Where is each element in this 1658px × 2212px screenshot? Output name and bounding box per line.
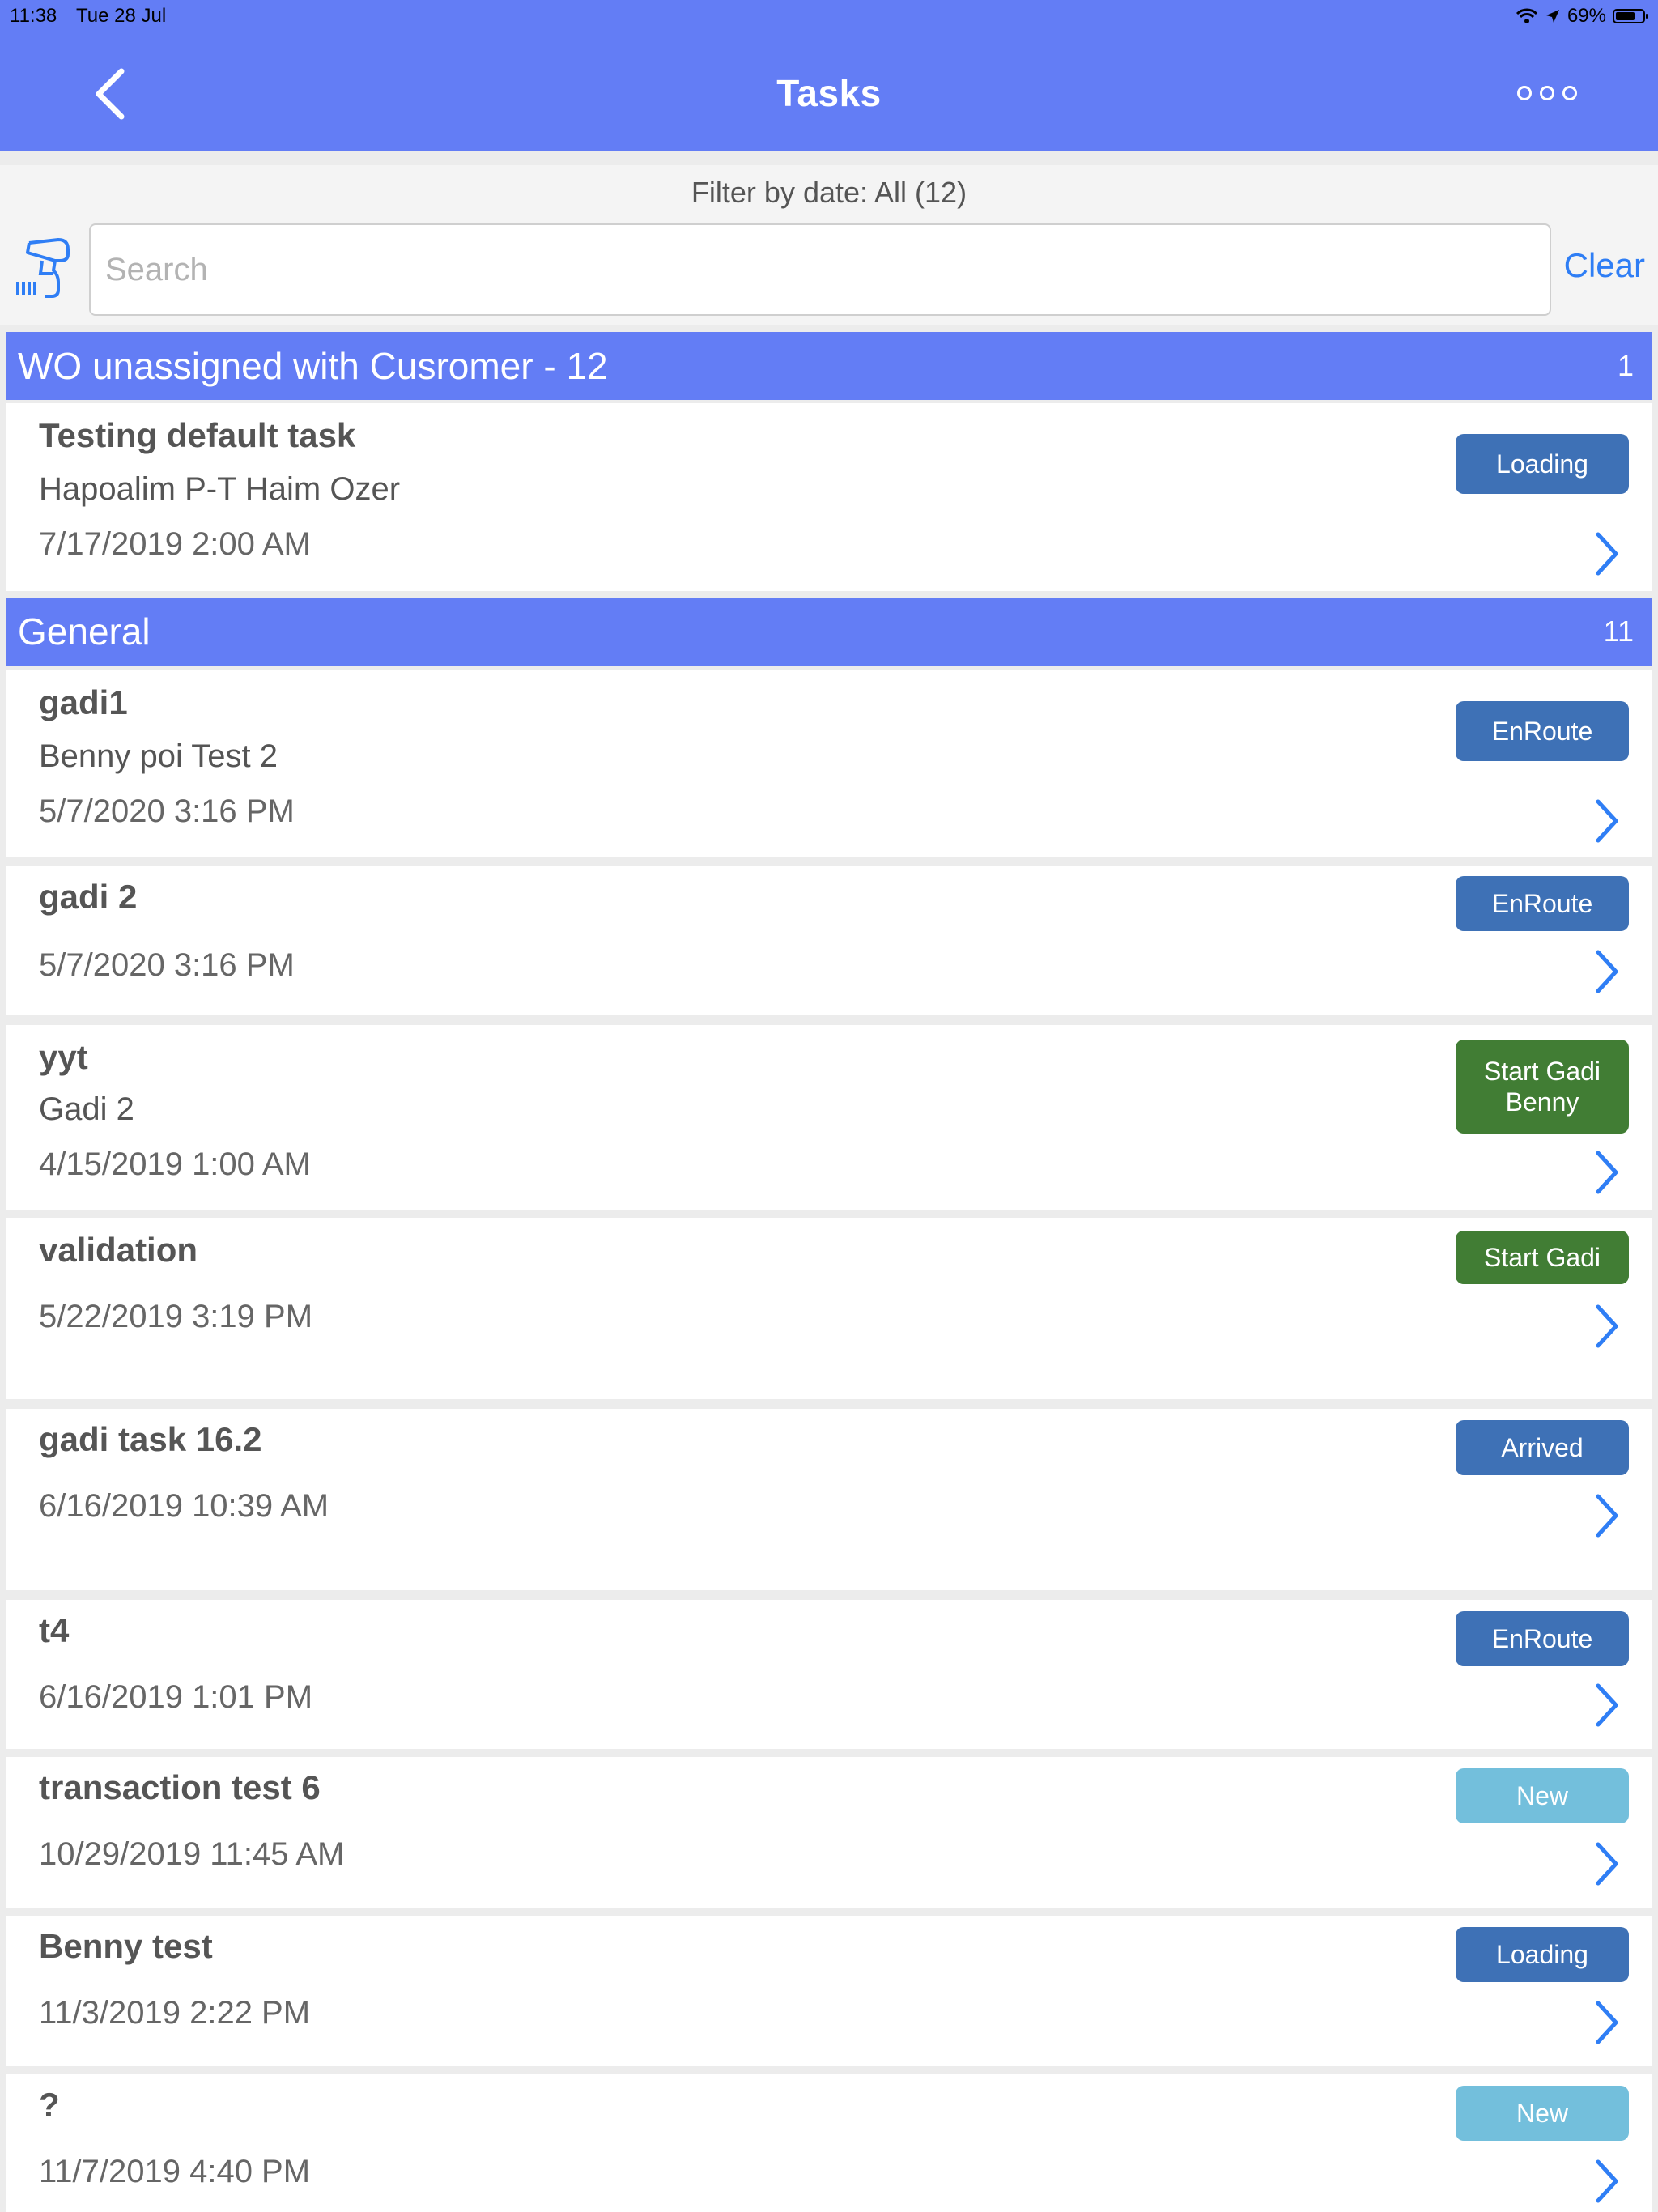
status-badge: Start Gadi Benny <box>1456 1040 1629 1134</box>
chevron-right-icon[interactable] <box>1593 2000 1621 2045</box>
task-row[interactable]: t4 6/16/2019 1:01 PM EnRoute <box>6 1600 1652 1749</box>
chevron-right-icon[interactable] <box>1593 1682 1621 1728</box>
task-row[interactable]: gadi 2 5/7/2020 3:16 PM EnRoute <box>6 866 1652 1015</box>
task-date: 6/16/2019 10:39 AM <box>39 1488 329 1524</box>
status-badge: New <box>1456 2086 1629 2141</box>
battery-icon <box>1613 9 1648 23</box>
task-row[interactable]: gadi1 Benny poi Test 2 5/7/2020 3:16 PM … <box>6 670 1652 857</box>
task-subtitle: Benny poi Test 2 <box>39 738 278 774</box>
status-time: 11:38 <box>10 5 57 27</box>
status-badge: EnRoute <box>1456 876 1629 931</box>
status-indicators: 69% <box>1516 0 1648 32</box>
task-date: 6/16/2019 1:01 PM <box>39 1679 313 1715</box>
location-arrow-icon <box>1545 10 1559 23</box>
task-name: Testing default task <box>39 416 356 454</box>
wifi-icon <box>1516 8 1538 23</box>
task-date: 7/17/2019 2:00 AM <box>39 526 311 562</box>
section-title: General <box>18 610 151 653</box>
task-name: gadi 2 <box>39 878 138 916</box>
task-date: 11/3/2019 2:22 PM <box>39 1995 311 2031</box>
section-count: 11 <box>1603 615 1634 648</box>
status-badge: New <box>1456 1768 1629 1823</box>
task-date: 5/7/2020 3:16 PM <box>39 793 295 829</box>
task-name: Benny test <box>39 1927 213 1965</box>
task-date: 10/29/2019 11:45 AM <box>39 1836 345 1872</box>
chevron-right-icon[interactable] <box>1593 531 1621 576</box>
task-name: gadi task 16.2 <box>39 1420 262 1458</box>
task-row[interactable]: Benny test 11/3/2019 2:22 PM Loading <box>6 1916 1652 2066</box>
chevron-right-icon[interactable] <box>1593 798 1621 844</box>
task-row[interactable]: gadi task 16.2 6/16/2019 10:39 AM Arrive… <box>6 1409 1652 1590</box>
section-header[interactable]: General 11 <box>6 598 1652 666</box>
task-date: 11/7/2019 4:40 PM <box>39 2154 311 2189</box>
task-name: validation <box>39 1231 198 1269</box>
task-date: 5/7/2020 3:16 PM <box>39 947 295 983</box>
chevron-right-icon[interactable] <box>1593 1150 1621 1195</box>
status-bar: 11:38 Tue 28 Jul 69% <box>0 0 1658 32</box>
task-subtitle: Gadi 2 <box>39 1091 134 1127</box>
date-filter[interactable]: Filter by date: All (12) <box>0 165 1658 220</box>
clear-button[interactable]: Clear <box>1564 246 1645 285</box>
section-header[interactable]: WO unassigned with Cusromer - 12 1 <box>6 332 1652 400</box>
task-date: 4/15/2019 1:00 AM <box>39 1146 311 1182</box>
task-name: yyt <box>39 1038 88 1076</box>
section-count: 1 <box>1617 349 1634 382</box>
navigation-bar: Tasks <box>0 32 1658 151</box>
search-row: Clear <box>0 220 1658 325</box>
status-badge: EnRoute <box>1456 1611 1629 1666</box>
section-title: WO unassigned with Cusromer - 12 <box>18 345 608 387</box>
barcode-scanner-icon[interactable] <box>13 236 74 301</box>
task-subtitle: Hapoalim P-T Haim Ozer <box>39 471 401 507</box>
battery-percent: 69% <box>1567 5 1606 27</box>
status-badge: Start Gadi <box>1456 1231 1629 1284</box>
task-row[interactable]: yyt Gadi 2 4/15/2019 1:00 AM Start Gadi … <box>6 1025 1652 1210</box>
chevron-right-icon[interactable] <box>1593 949 1621 994</box>
task-name: ? <box>39 2086 60 2124</box>
chevron-right-icon[interactable] <box>1593 2159 1621 2204</box>
task-row[interactable]: transaction test 6 10/29/2019 11:45 AM N… <box>6 1757 1652 1908</box>
status-badge: EnRoute <box>1456 701 1629 761</box>
chevron-right-icon[interactable] <box>1593 1304 1621 1349</box>
page-title: Tasks <box>776 72 882 114</box>
status-badge: Loading <box>1456 1927 1629 1982</box>
chevron-right-icon[interactable] <box>1593 1841 1621 1887</box>
search-input[interactable] <box>89 223 1551 316</box>
task-name: gadi1 <box>39 683 128 721</box>
task-name: transaction test 6 <box>39 1768 321 1806</box>
chevron-right-icon[interactable] <box>1593 1493 1621 1538</box>
task-row[interactable]: validation 5/22/2019 3:19 PM Start Gadi <box>6 1218 1652 1399</box>
status-date: Tue 28 Jul <box>76 5 167 27</box>
status-badge: Arrived <box>1456 1420 1629 1475</box>
task-row[interactable]: ? 11/7/2019 4:40 PM New <box>6 2074 1652 2212</box>
task-date: 5/22/2019 3:19 PM <box>39 1299 313 1334</box>
status-badge: Loading <box>1456 434 1629 494</box>
more-dots-icon[interactable] <box>1517 86 1577 100</box>
task-row[interactable]: Testing default task Hapoalim P-T Haim O… <box>6 403 1652 591</box>
task-name: t4 <box>39 1611 70 1649</box>
